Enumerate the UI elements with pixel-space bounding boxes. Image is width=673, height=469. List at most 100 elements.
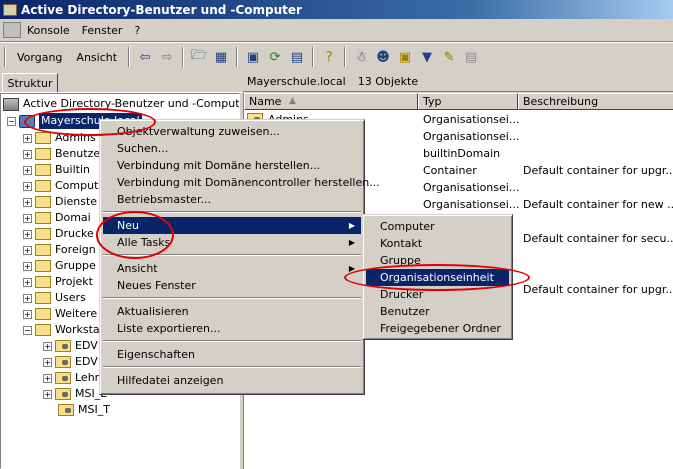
expand-icon[interactable]: + — [23, 149, 32, 159]
menu-item-eigenschaften[interactable]: Eigenschaften — [103, 346, 361, 363]
menu-item-neues-fenster[interactable]: Neues Fenster — [103, 277, 361, 294]
tree-item[interactable]: + Users — [23, 290, 86, 306]
tree-item[interactable]: + Comput — [23, 178, 98, 194]
tab-struktur[interactable]: Struktur — [2, 73, 58, 93]
tree-sub-item-label: EDV — [75, 339, 98, 352]
folder-icon — [35, 244, 51, 256]
submenu-item-benutzer[interactable]: Benutzer — [366, 303, 509, 320]
cell-beschreibung — [523, 213, 673, 230]
tree-item[interactable]: + Builtin — [23, 162, 90, 178]
toolbar-separator — [236, 47, 239, 67]
expand-icon[interactable]: + — [23, 165, 32, 175]
tree-sub-item[interactable]: MSI_T — [43, 402, 110, 418]
add-to-group-icon[interactable]: ▤ — [460, 46, 482, 68]
show-tree-icon[interactable]: ▦ — [210, 46, 232, 68]
expand-icon[interactable]: + — [43, 389, 52, 399]
expand-icon[interactable]: + — [23, 245, 32, 255]
submenu-item-organisationseinheit[interactable]: Organisationseinheit — [366, 269, 509, 286]
expand-icon[interactable]: + — [23, 197, 32, 207]
tree-root[interactable]: Active Directory-Benutzer und -Computer … — [3, 96, 239, 112]
menu-item-liste-exportieren[interactable]: Liste exportieren... — [103, 320, 361, 337]
tree-item[interactable]: − Worksta — [23, 322, 100, 338]
tree-item[interactable]: + Benutzer — [23, 146, 105, 162]
folder-icon — [35, 196, 51, 208]
tree-item-label: Gruppe — [55, 259, 96, 272]
refresh-icon[interactable]: ⟳ — [264, 46, 286, 68]
ou-folder-icon — [55, 388, 71, 400]
expand-icon[interactable]: + — [23, 133, 32, 143]
context-menu: Objektverwaltung zuweisen... Suchen... V… — [99, 119, 380, 395]
collapse-icon[interactable]: − — [23, 325, 32, 335]
column-header-beschreibung[interactable]: Beschreibung — [518, 93, 673, 110]
tree-item[interactable]: + Dienste — [23, 194, 97, 210]
expand-icon[interactable]: + — [23, 293, 32, 303]
help-icon[interactable]: ? — [318, 46, 340, 68]
menu-item-verbindung-domaene[interactable]: Verbindung mit Domäne herstellen... — [103, 157, 361, 174]
expand-icon[interactable]: + — [43, 341, 52, 351]
cell-beschreibung — [523, 128, 673, 145]
cell-typ: builtinDomain — [423, 147, 501, 160]
tree-item[interactable]: + Drucke — [23, 226, 94, 242]
expand-icon[interactable]: + — [23, 309, 32, 319]
cell-beschreibung — [523, 145, 673, 162]
tree-item[interactable]: + Domai — [23, 210, 91, 226]
back-arrow-icon[interactable]: ⇦ — [134, 46, 156, 68]
find-icon[interactable]: ✎ — [438, 46, 460, 68]
expand-icon[interactable]: + — [23, 181, 32, 191]
tree-item-label: Benutzer — [55, 147, 105, 160]
column-header-typ[interactable]: Typ — [418, 93, 518, 110]
expand-icon[interactable]: + — [23, 277, 32, 287]
new-user-icon[interactable]: ☃ — [350, 46, 372, 68]
menu-item-suchen[interactable]: Suchen... — [103, 140, 361, 157]
cell-beschreibung — [523, 179, 673, 196]
forward-arrow-icon[interactable]: ⇨ — [156, 46, 178, 68]
menu-item-hilfedatei[interactable]: Hilfedatei anzeigen — [103, 372, 361, 389]
menu-item-aktualisieren[interactable]: Aktualisieren — [103, 303, 361, 320]
menu-bar: Konsole Fenster ? — [0, 20, 673, 40]
submenu-item-drucker[interactable]: Drucker — [366, 286, 509, 303]
expand-icon[interactable]: + — [23, 213, 32, 223]
export-list-icon[interactable]: ▤ — [286, 46, 308, 68]
menu-vorgang[interactable]: Vorgang — [10, 51, 69, 64]
collapse-icon[interactable]: − — [7, 116, 16, 126]
tree-item[interactable]: + Weitere — [23, 306, 97, 322]
menu-konsole[interactable]: Konsole — [21, 24, 76, 37]
menu-fenster[interactable]: Fenster — [76, 24, 129, 37]
folder-icon — [35, 308, 51, 320]
menu-item-verbindung-dc[interactable]: Verbindung mit Domänencontroller herstel… — [103, 174, 380, 191]
column-header-name[interactable]: Name ▲ — [244, 93, 418, 110]
tree-item[interactable]: + Gruppe — [23, 258, 96, 274]
menu-item-ansicht[interactable]: Ansicht ▶ — [103, 260, 361, 277]
submenu-item-computer[interactable]: Computer — [366, 218, 509, 235]
submenu-item-freigegebener-ordner[interactable]: Freigegebener Ordner — [366, 320, 509, 337]
filter-icon[interactable]: ▼ — [416, 46, 438, 68]
menu-item-objektverwaltung[interactable]: Objektverwaltung zuweisen... — [103, 123, 361, 140]
expand-icon[interactable]: + — [43, 373, 52, 383]
expand-icon[interactable]: + — [43, 357, 52, 367]
menu-item-betriebsmaster[interactable]: Betriebsmaster... — [103, 191, 361, 208]
tree-item[interactable]: + Projekt — [23, 274, 93, 290]
tree-sub-item[interactable]: + EDV — [43, 354, 98, 370]
expand-icon[interactable]: + — [23, 261, 32, 271]
tree-sub-item[interactable]: + Lehr — [43, 370, 99, 386]
folder-icon — [35, 228, 51, 240]
new-ou-icon[interactable]: ▣ — [394, 46, 416, 68]
folder-icon — [35, 148, 51, 160]
menu-item-neu[interactable]: Neu ▶ — [103, 217, 361, 234]
menu-help[interactable]: ? — [128, 24, 146, 37]
expand-icon[interactable]: + — [23, 229, 32, 239]
app-icon — [3, 3, 17, 16]
new-group-icon[interactable]: ☻ — [372, 46, 394, 68]
tree-sub-item[interactable]: + EDV — [43, 338, 98, 354]
up-folder-icon[interactable]: 🗁 — [188, 46, 210, 68]
menu-ansicht[interactable]: Ansicht — [69, 51, 124, 64]
tree-sub-item[interactable]: + MSI_E — [43, 386, 107, 402]
menu-item-alle-tasks[interactable]: Alle Tasks ▶ — [103, 234, 361, 251]
folder-icon — [35, 260, 51, 272]
cell-beschreibung — [523, 247, 673, 264]
tree-item[interactable]: + Foreign — [23, 242, 96, 258]
submenu-item-gruppe[interactable]: Gruppe — [366, 252, 509, 269]
submenu-item-kontakt[interactable]: Kontakt — [366, 235, 509, 252]
properties-icon[interactable]: ▣ — [242, 46, 264, 68]
tree-item[interactable]: + Admins — [23, 130, 96, 146]
